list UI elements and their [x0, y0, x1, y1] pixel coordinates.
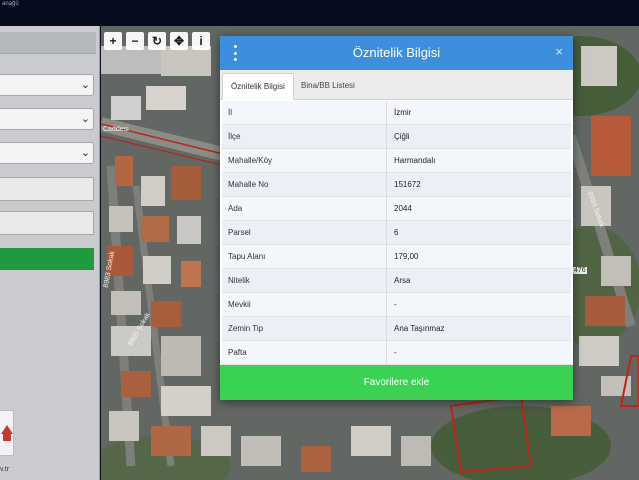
close-icon[interactable]: × — [555, 44, 563, 60]
table-row: Tapu Alanı 179,00 — [222, 245, 571, 269]
pan-icon[interactable]: ✥ — [170, 32, 188, 50]
map-toolbar: + − ↻ ✥ i — [104, 32, 210, 50]
parsel-input[interactable] — [0, 211, 94, 235]
table-row: Nitelik Arsa — [222, 269, 571, 293]
dialog-title: Öznitelik Bilgisi — [352, 45, 441, 60]
attribute-key: Mevkii — [228, 300, 251, 309]
attribute-info-dialog: Öznitelik Bilgisi × Öznitelik Bilgisi Bi… — [220, 36, 573, 400]
attribute-key: Parsel — [228, 228, 251, 237]
table-row: İlçe Çiğli — [222, 125, 571, 149]
parcel-badge: 476 — [573, 267, 587, 274]
attribute-key: Nitelik — [228, 276, 250, 285]
top-bar-title: anağü — [2, 1, 19, 7]
info-icon[interactable]: i — [192, 32, 210, 50]
site-url: v.tr — [0, 466, 10, 473]
attribute-key: Ada — [228, 204, 243, 213]
table-row: Mevkii - — [222, 293, 571, 317]
table-row: Zemin Tip Ana Taşınmaz — [222, 317, 571, 341]
house-logo-icon — [1, 425, 13, 434]
dialog-header: Öznitelik Bilgisi × — [220, 36, 573, 70]
attribute-value: 151672 — [394, 180, 421, 189]
attribute-key: Pafta — [228, 348, 247, 357]
refresh-icon[interactable]: ↻ — [148, 32, 166, 50]
street-label: Caddesi — [103, 126, 129, 133]
ilce-select[interactable]: ⌄ — [0, 108, 94, 130]
attribute-value: Çiğli — [394, 132, 410, 141]
attribute-value: Harmandalı — [394, 156, 436, 165]
mahalle-select[interactable]: ⌄ — [0, 142, 94, 164]
attribute-key: Mahalle No — [228, 180, 269, 189]
attribute-key: Tapu Alanı — [228, 252, 266, 261]
attribute-value: Arsa — [394, 276, 411, 285]
attribute-value: - — [394, 300, 397, 309]
il-select[interactable]: ⌄ — [0, 74, 94, 96]
attribute-value: 6 — [394, 228, 399, 237]
table-row: Mahalle/Köy Harmandalı — [222, 149, 571, 173]
attribute-key: Zemin Tip — [228, 324, 264, 333]
query-button[interactable] — [0, 248, 94, 270]
tab-building-list[interactable]: Bina/BB Listesi — [293, 73, 363, 100]
table-row: Parsel 6 — [222, 221, 571, 245]
attribute-value: İzmir — [394, 108, 412, 117]
table-row: Pafta - — [222, 341, 571, 365]
attribute-value: 2044 — [394, 204, 412, 213]
tab-attribute-info[interactable]: Öznitelik Bilgisi — [222, 73, 294, 100]
zoom-in-button[interactable]: + — [104, 32, 122, 50]
chevron-down-icon: ⌄ — [80, 147, 90, 159]
side-panel-header — [0, 32, 96, 54]
attribute-value: 179,00 — [394, 252, 419, 261]
table-row: Mahalle No 151672 — [222, 173, 571, 197]
attribute-key: Mahalle/Köy — [228, 156, 273, 165]
top-bar: anağü — [0, 0, 639, 26]
chevron-down-icon: ⌄ — [80, 113, 90, 125]
logo — [0, 410, 14, 456]
zoom-out-button[interactable]: − — [126, 32, 144, 50]
chevron-down-icon: ⌄ — [80, 79, 90, 91]
dialog-tabs: Öznitelik Bilgisi Bina/BB Listesi — [220, 70, 573, 100]
ada-input[interactable] — [0, 177, 94, 201]
attribute-value: Ana Taşınmaz — [394, 324, 445, 333]
table-row: Ada 2044 — [222, 197, 571, 221]
attribute-value: - — [394, 348, 397, 357]
side-panel: ⌄ ⌄ ⌄ v.tr — [0, 26, 100, 480]
table-row: İl İzmir — [222, 101, 571, 125]
attribute-key: İlçe — [228, 132, 241, 141]
attribute-key: İl — [228, 108, 232, 117]
add-to-favorites-button[interactable]: Favorilere ekle — [220, 365, 573, 400]
attribute-table: İl İzmir İlçe Çiğli Mahalle/Köy Harmandalı … — [222, 101, 571, 365]
